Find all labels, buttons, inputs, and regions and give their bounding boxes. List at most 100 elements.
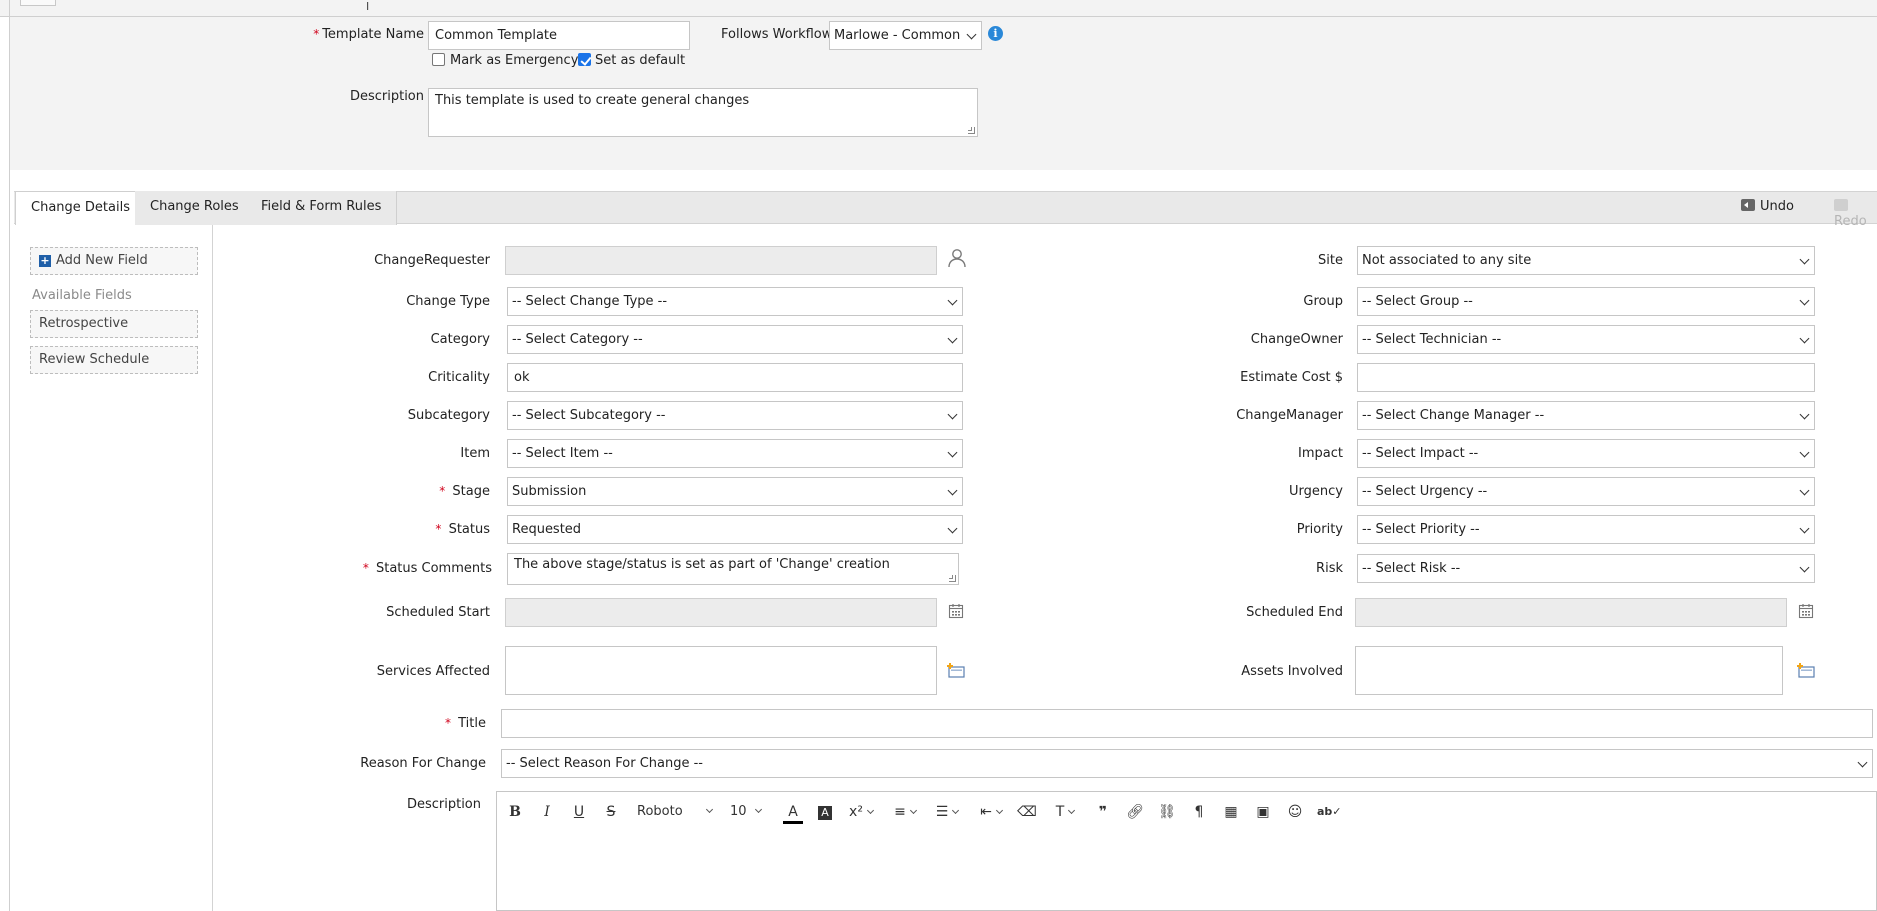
superscript-icon[interactable]: x² [843,802,879,822]
description-editor-body[interactable] [496,831,1877,911]
group-value: -- Select Group -- [1362,294,1473,309]
indent-icon[interactable]: ⇤ [973,802,1009,822]
change-owner-select[interactable]: -- Select Technician -- [1357,325,1815,354]
emoji-icon[interactable]: ☺ [1285,802,1305,822]
link-icon[interactable]: 🔗︎ [1125,802,1145,822]
estimate-cost-input[interactable] [1357,363,1815,392]
subcategory-select[interactable]: -- Select Subcategory -- [507,401,963,430]
unlink-icon[interactable]: ⛓︎ [1157,802,1177,822]
chevron-down-icon [1799,447,1810,458]
site-select[interactable]: Not associated to any site [1357,246,1815,275]
redo-button[interactable]: Redo [1834,199,1877,229]
rich-text-toolbar: B I U S Roboto 10 A A x² ≡ ☰ ⇤ ⌫ T ❞ 🔗︎ … [496,791,1877,832]
status-label: * Status [435,522,490,537]
image-icon[interactable]: ▣ [1253,802,1273,822]
change-manager-select[interactable]: -- Select Change Manager -- [1357,401,1815,430]
mark-emergency-checkbox[interactable] [432,53,445,66]
risk-value: -- Select Risk -- [1362,561,1461,576]
category-select[interactable]: -- Select Category -- [507,325,963,354]
set-default-checkbox[interactable] [578,53,591,66]
assets-involved-box[interactable] [1355,646,1783,695]
category-value: -- Select Category -- [512,332,643,347]
quote-icon[interactable]: ❞ [1093,802,1113,822]
available-field-retrospective[interactable]: Retrospective [30,310,198,338]
stage-label: * Stage [439,484,490,499]
resize-grip-icon[interactable] [949,575,956,582]
available-field-review-schedule[interactable]: Review Schedule [30,346,198,374]
add-new-field-label: Add New Field [56,253,148,268]
calendar-icon[interactable] [1798,603,1814,619]
add-new-field-button[interactable]: + Add New Field [30,247,198,275]
stage-value: Submission [512,484,587,499]
item-label: Item [460,446,490,461]
info-icon[interactable]: i [988,26,1003,41]
title-input[interactable] [501,709,1873,738]
template-description-textarea[interactable]: This template is used to create general … [428,88,978,137]
status-value: Requested [512,522,582,537]
align-icon[interactable]: ≡ [887,802,923,822]
urgency-value: -- Select Urgency -- [1362,484,1488,499]
chevron-down-icon [1799,523,1810,534]
font-family-dropdown[interactable]: Roboto [637,802,717,822]
add-service-icon[interactable] [946,662,966,680]
plus-icon: + [39,254,51,267]
font-size-dropdown[interactable]: 10 [730,802,770,822]
spellcheck-icon[interactable]: ab✓ [1317,802,1342,822]
change-type-label: Change Type [406,294,490,309]
highlight-color-icon[interactable]: A [815,802,835,822]
urgency-select[interactable]: -- Select Urgency -- [1357,477,1815,506]
tab-change-details[interactable]: Change Details [15,191,146,226]
table-icon[interactable]: ▦ [1221,802,1241,822]
scheduled-start-label: Scheduled Start [386,605,490,620]
scheduled-start-input [505,598,937,627]
group-select[interactable]: -- Select Group -- [1357,287,1815,316]
stage-select[interactable]: Submission [507,477,963,506]
chevron-down-icon [1799,485,1810,496]
top-strip-button[interactable] [20,0,56,6]
reason-for-change-select[interactable]: -- Select Reason For Change -- [501,749,1873,778]
text-cursor-icon: I [366,0,370,13]
italic-icon[interactable]: I [537,802,557,822]
follows-workflow-select[interactable]: Marlowe - Common [829,21,982,50]
clear-format-icon[interactable]: ⌫ [1017,802,1037,822]
site-label: Site [1318,253,1343,268]
required-marker: * [439,484,446,498]
required-marker: * [362,561,369,575]
tab-change-roles[interactable]: Change Roles [135,191,255,225]
template-description-label: Description [349,89,424,104]
paragraph-icon[interactable]: ¶ [1189,802,1209,822]
template-name-label: * Template Name [313,27,424,42]
text-color-icon[interactable]: A [783,802,803,824]
template-name-input[interactable]: Common Template [428,21,690,50]
status-select[interactable]: Requested [507,515,963,544]
risk-select[interactable]: -- Select Risk -- [1357,554,1815,583]
chevron-down-icon [1799,409,1810,420]
bold-icon[interactable]: B [505,802,525,822]
priority-label: Priority [1296,522,1343,537]
person-icon[interactable] [947,248,967,268]
title-label: * Title [444,716,486,731]
strikethrough-icon[interactable]: S [601,802,621,822]
status-comments-textarea[interactable]: The above stage/status is set as part of… [507,553,959,585]
calendar-icon[interactable] [948,603,964,619]
add-asset-icon[interactable] [1796,662,1816,680]
undo-button[interactable]: Undo [1741,199,1794,214]
scheduled-end-input [1355,598,1787,627]
chevron-down-icon [995,806,1003,815]
services-affected-label: Services Affected [376,664,490,679]
text-direction-icon[interactable]: T [1047,802,1083,822]
change-requester-label: ChangeRequester [374,253,490,268]
font-size-value: 10 [730,804,747,819]
tab-field-form-rules[interactable]: Field & Form Rules [246,191,398,225]
change-type-select[interactable]: -- Select Change Type -- [507,287,963,316]
impact-select[interactable]: -- Select Impact -- [1357,439,1815,468]
resize-grip-icon[interactable] [968,127,975,134]
priority-select[interactable]: -- Select Priority -- [1357,515,1815,544]
criticality-label: Criticality [428,370,490,385]
bulleted-list-icon[interactable]: ☰ [929,802,965,822]
criticality-input[interactable]: ok [507,363,963,392]
chevron-down-icon [705,805,713,814]
services-affected-box[interactable] [505,646,937,695]
item-select[interactable]: -- Select Item -- [507,439,963,468]
underline-icon[interactable]: U [569,802,589,822]
